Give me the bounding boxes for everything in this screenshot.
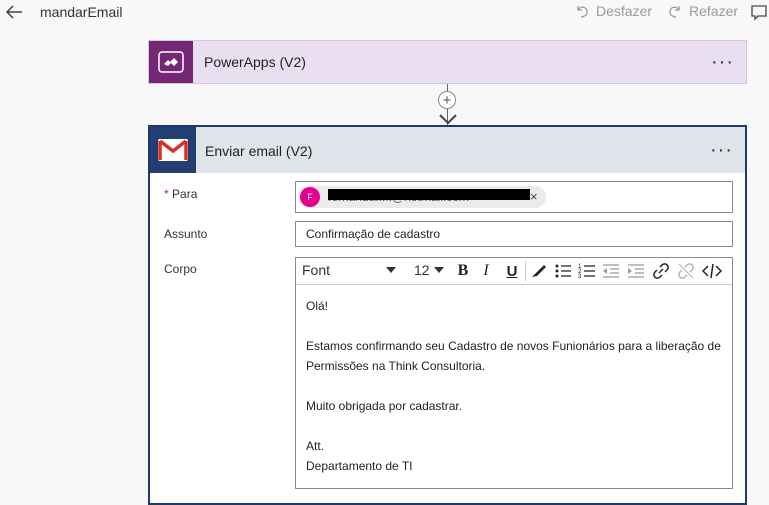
font-dropdown-caret-icon[interactable]: [386, 267, 396, 273]
increase-indent-icon[interactable]: [626, 261, 646, 281]
required-marker: *: [164, 187, 169, 201]
underline-icon[interactable]: U: [502, 261, 522, 281]
body-greeting: Olá!: [306, 299, 329, 313]
undo-icon: [577, 6, 588, 18]
powerapps-trigger-card[interactable]: PowerApps (V2) ···: [148, 40, 747, 84]
body-line: Muito obrigada por cadastrar.: [306, 399, 463, 413]
powerapps-logo-icon: [149, 41, 193, 83]
body-label: Corpo: [164, 262, 197, 276]
flow-name: mandarEmail: [40, 4, 123, 20]
body-line: Att.: [306, 439, 325, 453]
body-editor[interactable]: Font 12 B I U 1 2 3 Olá! Estamos confirm…: [295, 257, 733, 489]
to-label: * Para: [164, 187, 197, 201]
comment-icon[interactable]: [750, 3, 768, 21]
to-field[interactable]: F fernanda.....@hotmail.com ×: [295, 181, 733, 213]
link-icon[interactable]: [651, 261, 671, 281]
svg-text:3: 3: [578, 274, 582, 280]
action-title: Enviar email (V2): [205, 143, 313, 159]
gmail-logo-icon: [150, 127, 196, 173]
action-more-options-button[interactable]: ···: [710, 140, 733, 160]
body-line: Departamento de TI: [306, 459, 413, 473]
body-line: Estamos confirmando seu Cadastro de novo…: [306, 339, 721, 353]
subject-input[interactable]: Confirmação de cadastro: [295, 221, 733, 247]
avatar: F: [300, 187, 320, 207]
font-size-select[interactable]: 12: [414, 262, 430, 278]
code-view-icon[interactable]: [702, 261, 722, 281]
redo-button[interactable]: Refazer: [667, 3, 738, 19]
redaction-bar: [328, 189, 530, 200]
bulleted-list-icon[interactable]: [553, 261, 573, 281]
top-bar: mandarEmail Desfazer Refazer: [0, 0, 769, 26]
size-dropdown-caret-icon[interactable]: [434, 267, 444, 273]
toolbar-divider: [525, 261, 526, 281]
undo-button[interactable]: Desfazer: [574, 3, 652, 19]
bold-icon[interactable]: B: [453, 261, 473, 281]
decrease-indent-icon[interactable]: [601, 261, 621, 281]
recipient-chip: F fernanda.....@hotmail.com ×: [298, 186, 546, 208]
trigger-title: PowerApps (V2): [204, 54, 306, 70]
email-body-text[interactable]: Olá! Estamos confirmando seu Cadastro de…: [306, 296, 726, 476]
down-arrow-icon: [439, 114, 457, 125]
numbered-list-icon[interactable]: 1 2 3: [577, 261, 597, 281]
undo-label: Desfazer: [596, 3, 653, 19]
editor-toolbar: Font 12 B I U 1 2 3: [296, 258, 732, 285]
redo-label: Refazer: [689, 3, 739, 19]
insert-step-button[interactable]: +: [438, 91, 456, 109]
trigger-more-options-button[interactable]: ···: [711, 52, 734, 72]
remove-recipient-button[interactable]: ×: [530, 189, 538, 204]
body-line: Permissões na Think Consultoria.: [306, 359, 486, 373]
redo-icon: [669, 6, 680, 18]
to-label-text: Para: [172, 187, 198, 201]
italic-icon[interactable]: I: [476, 261, 496, 281]
action-header[interactable]: Enviar email (V2) ···: [150, 127, 745, 173]
highlight-pen-icon[interactable]: [528, 261, 548, 281]
send-email-action-card: Enviar email (V2) ··· * Para F fernanda.…: [148, 125, 747, 505]
back-arrow-icon[interactable]: [4, 2, 24, 22]
subject-label: Assunto: [164, 227, 208, 241]
unlink-icon[interactable]: [676, 261, 696, 281]
